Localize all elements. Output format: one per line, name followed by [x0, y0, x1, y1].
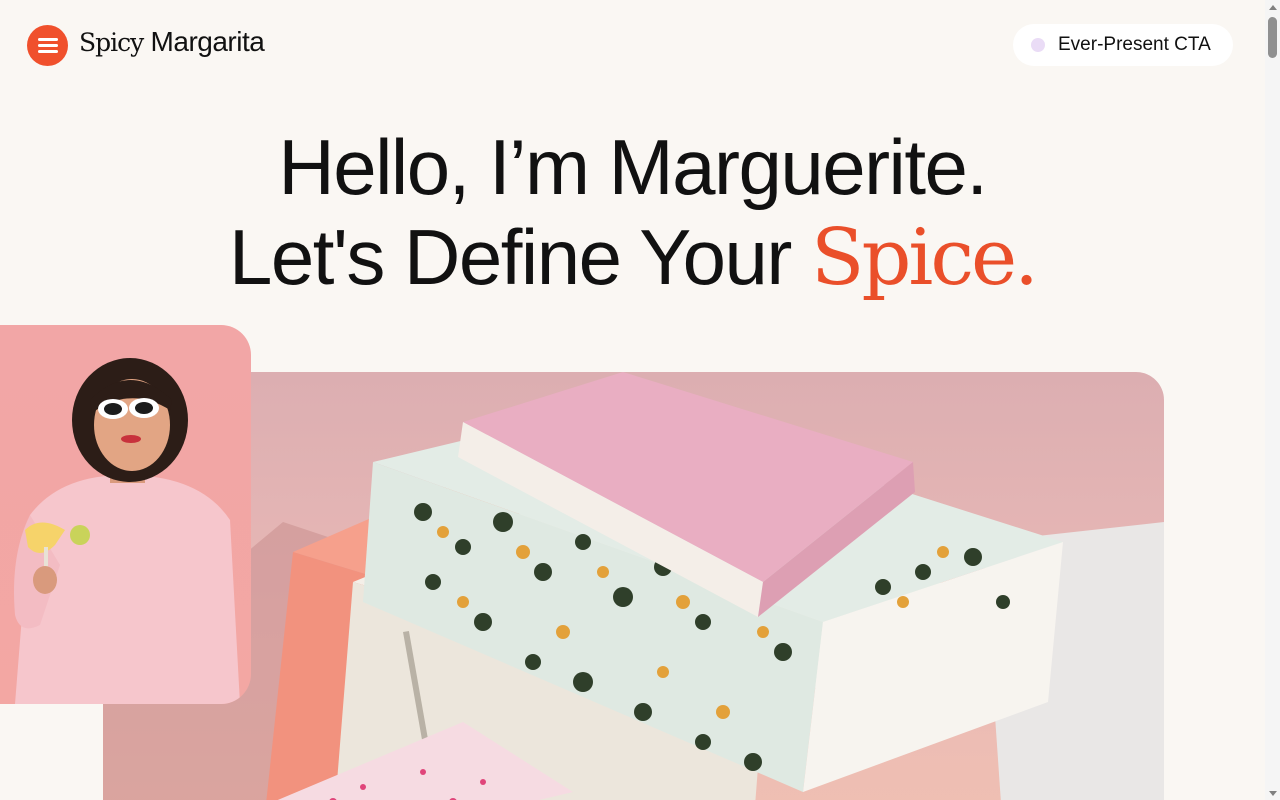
- cta-label: Ever-Present CTA: [1058, 34, 1211, 55]
- site-logo[interactable]: Spicy Margarita: [79, 26, 265, 58]
- cta-dot-icon: [1031, 38, 1045, 52]
- portrait-illustration: [14, 358, 240, 704]
- hero-line-2-text: Let's Define Your: [229, 213, 812, 301]
- logo-word-margarita: Margarita: [150, 26, 265, 57]
- hero-accent-word: Spice.: [811, 213, 1039, 303]
- vertical-scrollbar[interactable]: [1265, 0, 1280, 800]
- hero-line-2: Let's Define Your Spice.: [0, 212, 1265, 303]
- books-illustration: [103, 372, 1164, 800]
- scroll-up-arrow-icon[interactable]: [1269, 5, 1277, 10]
- page: Spicy Margarita Ever-Present CTA Hello, …: [0, 0, 1265, 800]
- hero-heading: Hello, I’m Marguerite. Let's Define Your…: [0, 122, 1265, 303]
- menu-button[interactable]: [27, 25, 68, 66]
- books-photo: [103, 372, 1164, 800]
- scroll-down-arrow-icon[interactable]: [1269, 791, 1277, 796]
- logo-word-spicy: Spicy: [79, 28, 144, 57]
- cta-button[interactable]: Ever-Present CTA: [1013, 24, 1233, 66]
- scrollbar-thumb[interactable]: [1268, 17, 1277, 58]
- portrait-photo: [0, 325, 251, 704]
- hamburger-menu-icon: [38, 38, 58, 41]
- hero-line-1: Hello, I’m Marguerite.: [278, 123, 988, 211]
